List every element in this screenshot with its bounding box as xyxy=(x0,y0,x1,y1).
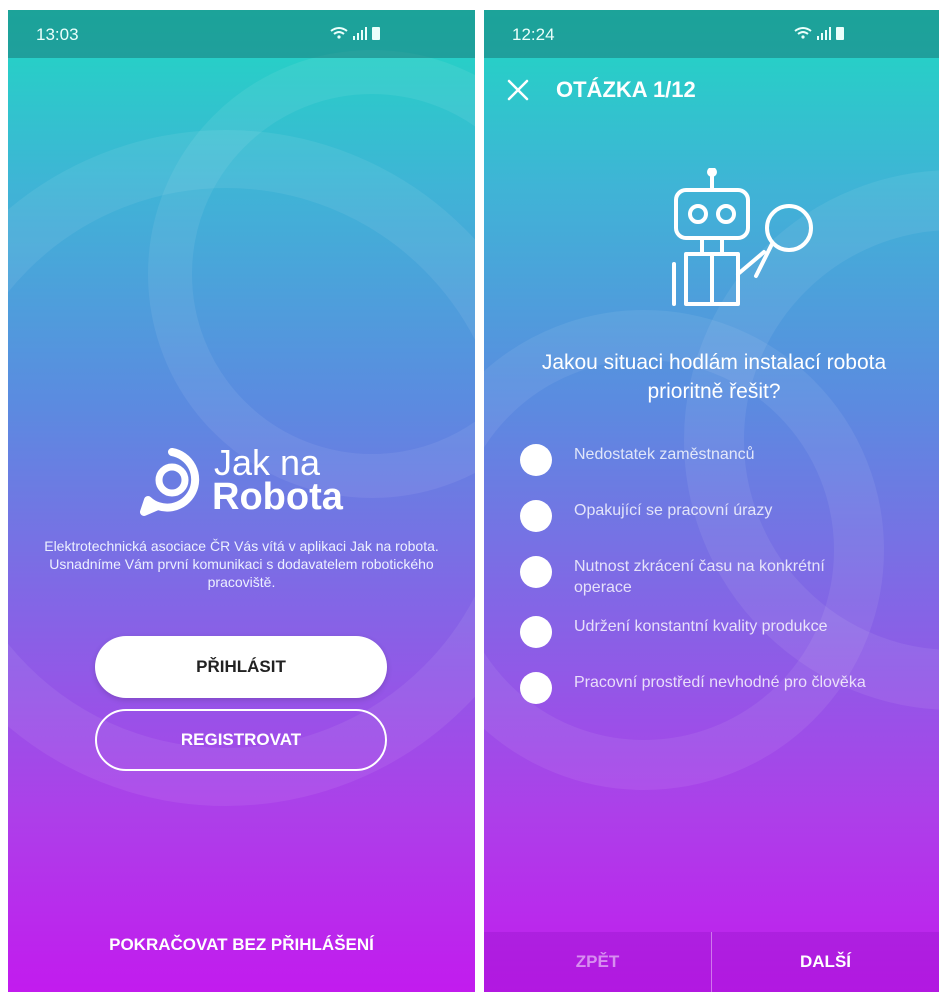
radio-button[interactable] xyxy=(520,672,552,704)
close-icon[interactable] xyxy=(506,78,530,102)
register-button[interactable]: REGISTROVAT xyxy=(95,709,387,771)
radio-button[interactable] xyxy=(520,616,552,648)
answer-options: Nedostatek zaměstnanců Opakující se prac… xyxy=(520,440,920,728)
status-icons xyxy=(793,25,849,44)
intro-text: Elektrotechnická asociace ČR Vás vítá v … xyxy=(44,538,439,590)
answer-label: Opakující se pracovní úrazy xyxy=(574,502,773,519)
question-title: Jakou situaci hodlám instalací robota pr… xyxy=(541,351,887,403)
status-time: 13:03 xyxy=(36,25,79,44)
logo-text-line2: Robota xyxy=(212,476,343,518)
answer-option[interactable]: Pracovní prostředí nevhodné pro člověka xyxy=(520,668,920,712)
radio-button[interactable] xyxy=(520,444,552,476)
answer-label: Nutnost zkrácení času na konkrétní opera… xyxy=(574,558,825,596)
wifi-icon xyxy=(794,27,844,40)
back-button[interactable]: ZPĚT xyxy=(484,932,712,992)
answer-option[interactable]: Nedostatek zaměstnanců xyxy=(520,440,920,480)
welcome-screen: 13:03 Jak na Robota Elektrotechnická aso… xyxy=(8,10,475,992)
answer-option[interactable]: Nutnost zkrácení času na konkrétní opera… xyxy=(520,552,920,596)
next-button[interactable]: DALŠÍ xyxy=(712,932,939,992)
answer-option[interactable]: Udržení konstantní kvality produkce xyxy=(520,612,920,652)
radio-button[interactable] xyxy=(520,556,552,588)
status-icons xyxy=(329,25,385,44)
wifi-icon xyxy=(330,27,380,40)
app-logo: Jak na Robota xyxy=(136,440,356,520)
answer-label: Nedostatek zaměstnanců xyxy=(574,446,755,463)
answer-label: Pracovní prostředí nevhodné pro člověka xyxy=(574,674,866,691)
status-bar: 13:03 xyxy=(8,10,475,58)
robot-icon xyxy=(672,168,813,306)
logo-icon xyxy=(140,448,200,516)
login-button[interactable]: PŘIHLÁSIT xyxy=(95,636,387,698)
question-counter: OTÁZKA 1/12 xyxy=(556,77,696,102)
continue-without-login-link[interactable]: POKRAČOVAT BEZ PŘIHLÁŠENÍ xyxy=(8,935,475,955)
radio-button[interactable] xyxy=(520,500,552,532)
answer-label: Udržení konstantní kvality produkce xyxy=(574,618,828,635)
status-time: 12:24 xyxy=(512,25,555,44)
status-bar: 12:24 xyxy=(484,10,939,58)
question-screen: 12:24 OTÁZKA 1/12 Jakou situaci hodlám i… xyxy=(484,10,939,992)
bottom-navigation: ZPĚT DALŠÍ xyxy=(484,932,939,992)
answer-option[interactable]: Opakující se pracovní úrazy xyxy=(520,496,920,536)
